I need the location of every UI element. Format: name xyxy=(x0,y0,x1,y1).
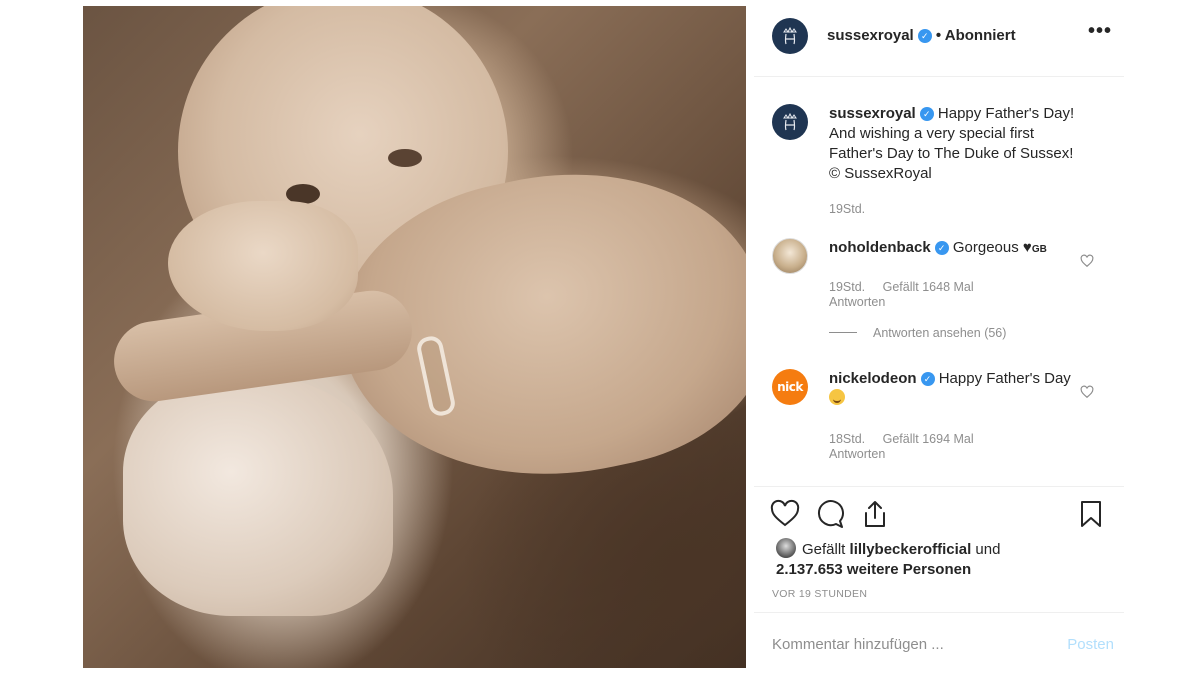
comment-body: nickelodeon ✓ Happy Father's Day xyxy=(829,369,1079,409)
comment-time: 18Std. xyxy=(829,432,866,446)
view-replies-label: Antworten ansehen (56) xyxy=(873,326,1007,340)
comment-text: Gorgeous xyxy=(952,239,1019,256)
caption-username[interactable]: sussexroyal xyxy=(829,105,916,122)
verified-icon: ✓ xyxy=(917,29,932,43)
profile-avatar[interactable] xyxy=(772,18,808,54)
likes-count[interactable]: 2.137.653 weitere Personen xyxy=(776,561,971,578)
likes-prefix: Gefällt xyxy=(802,541,850,558)
photo-eye xyxy=(388,149,422,167)
comment: noholdenback ✓ Gorgeous ♥GB 19Std. Gefäll… xyxy=(772,238,1102,318)
post-comment-button[interactable]: Posten xyxy=(1067,636,1114,653)
verified-icon: ✓ xyxy=(919,107,934,121)
comment-username[interactable]: nickelodeon xyxy=(829,370,917,387)
divider xyxy=(754,76,1124,77)
replies-dash xyxy=(829,332,857,333)
bookmark-icon[interactable] xyxy=(1076,499,1106,529)
royal-monogram-icon xyxy=(783,112,797,131)
post-photo[interactable] xyxy=(83,6,746,668)
liker-username[interactable]: lillybeckerofficial xyxy=(850,541,972,558)
divider xyxy=(754,612,1124,613)
like-heart-icon[interactable] xyxy=(770,499,800,529)
comment: nick nickelodeon ✓ Happy Father's Day 18S… xyxy=(772,369,1102,461)
verified-icon: ✓ xyxy=(934,241,949,255)
royal-monogram-icon xyxy=(783,26,797,45)
share-icon[interactable] xyxy=(860,499,890,529)
view-replies-button[interactable]: Antworten ansehen (56) xyxy=(829,326,1006,340)
post-header: sussexroyal ✓ • Abonniert ••• xyxy=(772,18,1112,54)
liker-avatar xyxy=(776,538,796,558)
post-sidebar: sussexroyal ✓ • Abonniert ••• sussexroyal… xyxy=(754,6,1124,668)
comment-bubble-icon[interactable] xyxy=(815,499,845,529)
likes-summary[interactable]: Gefällt lillybeckerofficial und 2.137.65… xyxy=(776,538,1000,580)
caption-avatar[interactable] xyxy=(772,104,808,140)
post-timestamp: VOR 19 STUNDEN xyxy=(772,588,868,600)
hugging-face-emoji-icon xyxy=(829,389,845,405)
caption-meta: 19Std. xyxy=(829,202,879,216)
reply-button[interactable]: Antworten xyxy=(829,295,885,309)
comment-meta: 19Std. Gefällt 1648 Mal xyxy=(829,280,988,294)
caption-time: 19Std. xyxy=(829,202,866,216)
comment-body: noholdenback ✓ Gorgeous ♥GB xyxy=(829,238,1079,260)
comment-likes[interactable]: Gefällt 1694 Mal xyxy=(883,432,974,446)
action-bar xyxy=(770,499,1106,531)
comment-time: 19Std. xyxy=(829,280,866,294)
caption-body: sussexroyal ✓ Happy Father's Day! And wis… xyxy=(829,104,1079,184)
comment-avatar[interactable]: nick xyxy=(772,369,808,405)
follow-status[interactable]: • Abonniert xyxy=(936,27,1016,44)
comment-avatar[interactable] xyxy=(772,238,808,274)
black-heart-icon: ♥ xyxy=(1022,239,1032,256)
photo-baby-hand xyxy=(168,201,358,331)
comment-text: Happy Father's Day xyxy=(938,370,1071,387)
header-name-line: sussexroyal ✓ • Abonniert xyxy=(827,27,1016,44)
reply-button[interactable]: Antworten xyxy=(829,447,885,461)
likes-middle: und xyxy=(971,541,1001,558)
comment-likes[interactable]: Gefällt 1648 Mal xyxy=(883,280,974,294)
photo-sleeve xyxy=(123,376,393,616)
like-comment-icon[interactable] xyxy=(1080,385,1094,399)
comment-username[interactable]: noholdenback xyxy=(829,239,931,256)
divider xyxy=(754,486,1124,487)
verified-icon: ✓ xyxy=(920,372,935,386)
flag-gb-icon: GB xyxy=(1031,244,1047,255)
more-options-icon[interactable]: ••• xyxy=(1088,20,1112,43)
like-comment-icon[interactable] xyxy=(1080,254,1094,268)
header-username[interactable]: sussexroyal xyxy=(827,27,914,44)
caption: sussexroyal ✓ Happy Father's Day! And wis… xyxy=(772,104,1102,224)
comment-meta: 18Std. Gefällt 1694 Mal xyxy=(829,432,988,446)
comment-input[interactable]: Kommentar hinzufügen ... xyxy=(772,636,944,653)
